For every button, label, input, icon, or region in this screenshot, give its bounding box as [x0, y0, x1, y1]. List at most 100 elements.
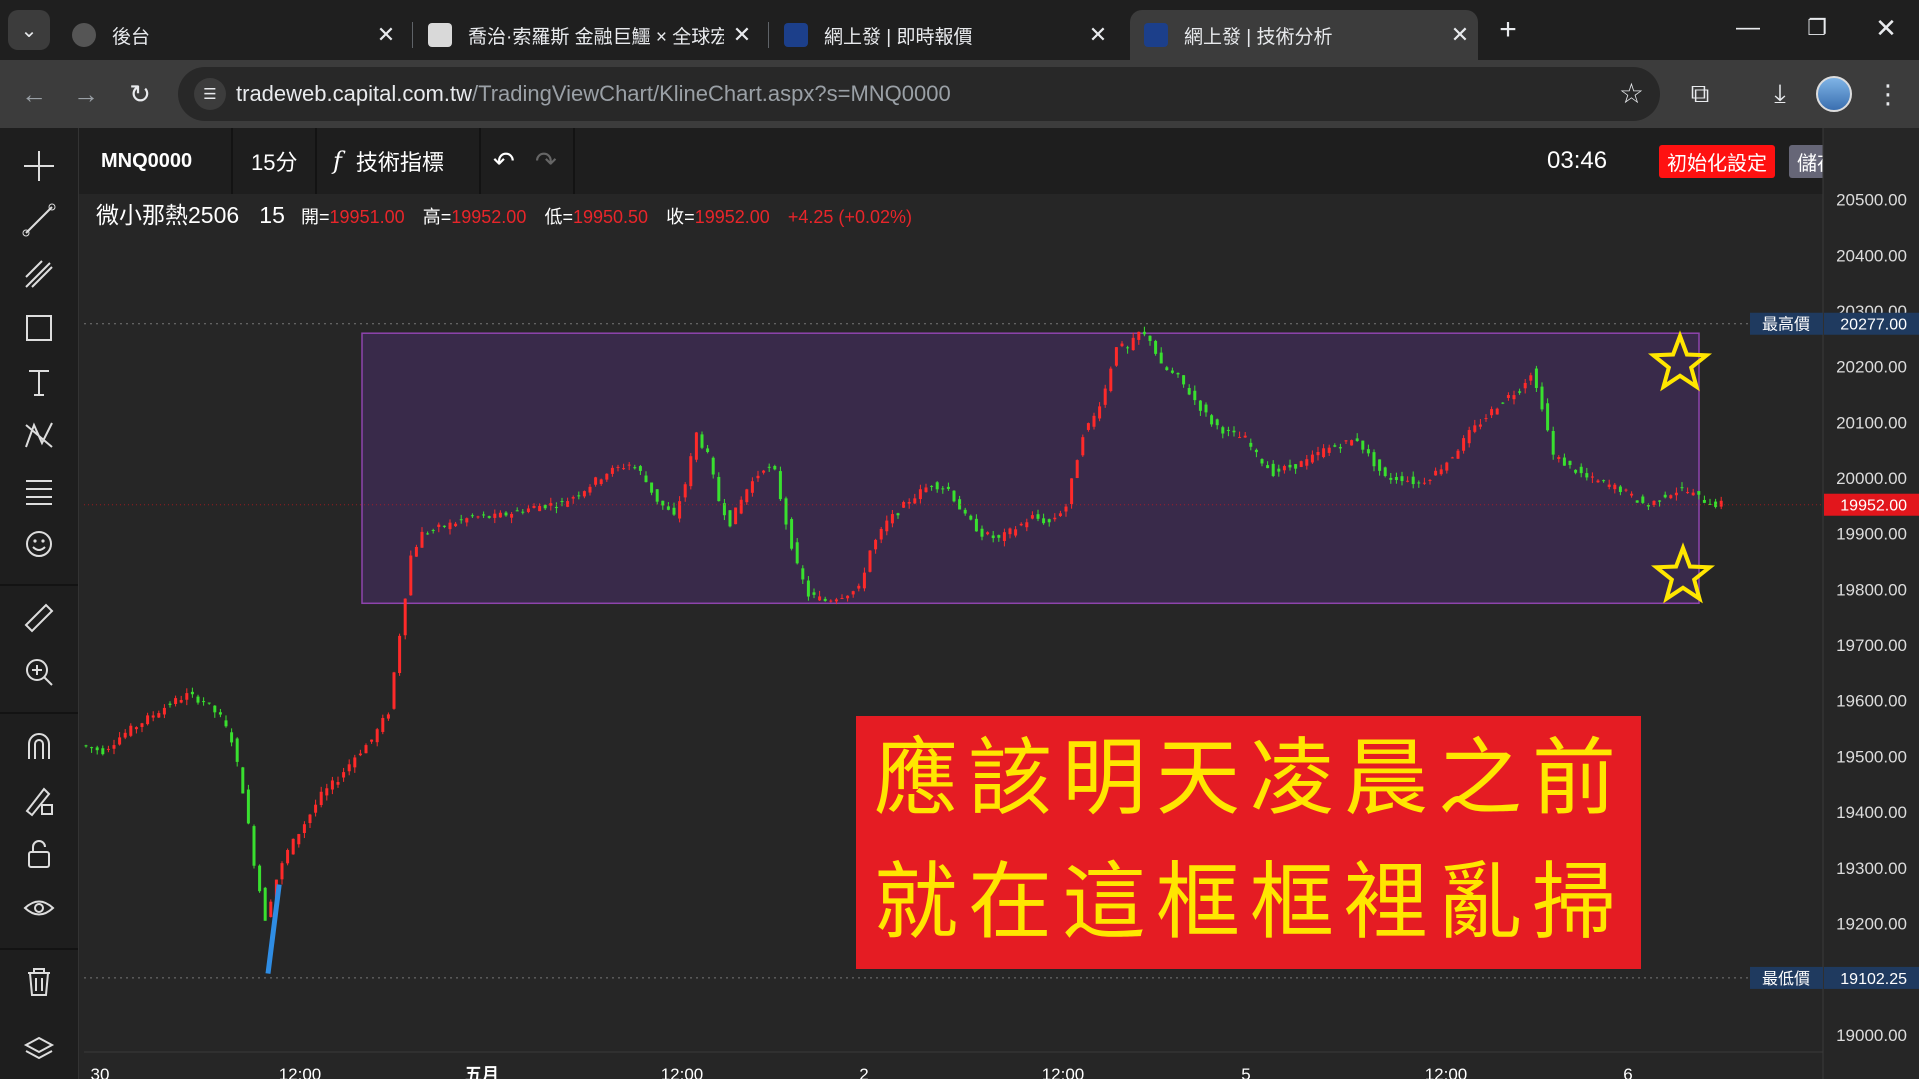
- candle-body: [717, 476, 721, 502]
- candle-body: [1288, 464, 1292, 468]
- y-tick-label: 19400.00: [1836, 803, 1907, 822]
- candle-body: [1109, 368, 1113, 391]
- candle-body: [1210, 415, 1214, 425]
- candle-body: [1495, 408, 1499, 415]
- candle-body: [1646, 505, 1650, 507]
- candle-body: [728, 510, 732, 527]
- y-tick-label: 20000.00: [1836, 469, 1907, 488]
- tab-technical-analysis[interactable]: 網上發 | 技術分析 ✕: [1130, 10, 1478, 60]
- candle-body: [1170, 370, 1174, 373]
- tab-backend[interactable]: 後台 ✕: [58, 10, 404, 60]
- candle-body: [252, 826, 256, 866]
- candle-body: [1674, 492, 1678, 496]
- tab-quotes[interactable]: 網上發 | 即時報價 ✕: [770, 10, 1116, 60]
- candle-body: [431, 530, 435, 532]
- candle-body: [202, 701, 206, 703]
- address-bar[interactable]: ☰ tradeweb.capital.com.tw/TradingViewCha…: [178, 67, 1660, 121]
- close-window-button[interactable]: ✕: [1866, 8, 1906, 48]
- candle-body: [986, 532, 990, 535]
- new-tab-button[interactable]: +: [1488, 10, 1528, 50]
- candle-body: [151, 715, 155, 718]
- download-icon[interactable]: ⤓: [1760, 74, 1800, 114]
- candle-body: [1221, 427, 1225, 434]
- back-button[interactable]: ←: [14, 74, 54, 114]
- candle-body: [1086, 423, 1090, 430]
- price-axis[interactable]: [1823, 128, 1919, 1079]
- candle-body: [224, 720, 228, 727]
- candle-body: [801, 568, 805, 580]
- site-info-icon[interactable]: ☰: [194, 78, 226, 110]
- candle-body: [1607, 484, 1611, 487]
- candle-body: [1366, 449, 1370, 454]
- forward-button[interactable]: →: [66, 74, 106, 114]
- candle-body: [627, 464, 631, 466]
- candle-body: [1226, 429, 1230, 431]
- candle-body: [1271, 463, 1275, 476]
- candle-body: [1310, 454, 1314, 463]
- candle-body: [913, 498, 917, 504]
- tab-soros[interactable]: 喬治·索羅斯 金融巨鱷 × 全球宏 ✕: [414, 10, 760, 60]
- candle-body: [907, 501, 911, 504]
- close-tab-icon[interactable]: ✕: [724, 22, 760, 48]
- legend-high-value: 19952.00: [451, 207, 527, 227]
- y-tick-label: 20200.00: [1836, 358, 1907, 377]
- candle-body: [896, 513, 900, 516]
- legend-close-label: 收=: [666, 207, 695, 227]
- candle-body: [1697, 491, 1701, 495]
- tab-favicon-icon: [72, 23, 96, 47]
- url-text: tradeweb.capital.com.tw/TradingViewChart…: [236, 81, 951, 107]
- candle-body: [1400, 476, 1404, 482]
- candle-body: [1445, 462, 1449, 471]
- tab-search-button[interactable]: ⌄: [8, 10, 50, 50]
- candle-body: [426, 533, 430, 535]
- close-tab-icon[interactable]: ✕: [1080, 22, 1116, 48]
- candle-body: [157, 713, 161, 718]
- range-rectangle[interactable]: [361, 332, 1700, 605]
- extensions-icon[interactable]: ⧉: [1680, 74, 1720, 114]
- tab-favicon-icon: [784, 23, 808, 47]
- bookmark-star-icon[interactable]: ☆: [1619, 77, 1644, 110]
- candle-body: [1322, 448, 1326, 458]
- candle-body: [946, 486, 950, 490]
- reload-button[interactable]: ↻: [120, 74, 160, 114]
- y-tick-label: 20400.00: [1836, 246, 1907, 265]
- y-tick-label: 19500.00: [1836, 747, 1907, 766]
- candle-body: [762, 470, 766, 473]
- candle-body: [885, 520, 889, 532]
- candle-body: [739, 499, 743, 514]
- x-tick-label: 6: [1623, 1065, 1632, 1079]
- restore-button[interactable]: ❐: [1797, 8, 1837, 48]
- candle-body: [95, 747, 99, 751]
- candle-body: [1478, 424, 1482, 427]
- candle-body: [756, 475, 760, 479]
- candle-body: [1165, 367, 1169, 371]
- candle-body: [90, 747, 94, 749]
- legend-interval: 15: [259, 202, 285, 228]
- highlight-segment: [265, 884, 282, 974]
- candle-body: [1204, 404, 1208, 413]
- candle-body: [1523, 382, 1527, 389]
- menu-icon[interactable]: ⋮: [1868, 74, 1908, 114]
- candle-body: [616, 466, 620, 468]
- candle-body: [162, 707, 166, 715]
- x-tick-label: 12:00: [661, 1065, 704, 1079]
- candle-body: [1417, 482, 1421, 484]
- candle-body: [1131, 337, 1135, 351]
- low-price-value: 19102.25: [1840, 971, 1907, 988]
- candle-body: [364, 745, 368, 754]
- candle-body: [1187, 388, 1191, 395]
- close-tab-icon[interactable]: ✕: [1442, 22, 1478, 48]
- legend-symbol-name: 微小那熱2506: [96, 202, 240, 228]
- y-tick-label: 19900.00: [1836, 525, 1907, 544]
- candle-body: [106, 748, 110, 750]
- candle-body: [302, 824, 306, 834]
- candle-body: [146, 715, 150, 725]
- annotation-banner: 應該明天凌晨之前 就在這框框裡亂掃: [856, 716, 1641, 969]
- profile-avatar[interactable]: [1814, 74, 1854, 114]
- candle-body: [526, 508, 530, 513]
- minimize-button[interactable]: —: [1728, 8, 1768, 48]
- y-tick-label: 19300.00: [1836, 859, 1907, 878]
- candle-body: [1249, 442, 1253, 447]
- close-tab-icon[interactable]: ✕: [368, 22, 404, 48]
- candle-body: [1669, 495, 1673, 499]
